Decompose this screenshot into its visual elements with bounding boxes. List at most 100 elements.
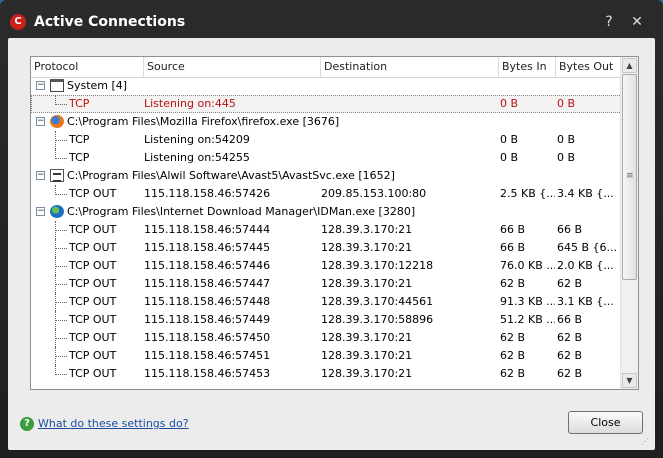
cell-source: 115.118.158.46:57448 [144, 295, 271, 308]
cell-protocol: TCP OUT [69, 367, 117, 380]
column-source[interactable]: Source [144, 57, 321, 77]
cell-protocol: TCP [69, 133, 90, 146]
cell-destination: 128.39.3.170:21 [321, 367, 413, 380]
cell-bytes-out: 62 B [557, 367, 583, 380]
cell-destination: 209.85.153.100:80 [321, 187, 427, 200]
scroll-up-button[interactable]: ▲ [622, 58, 637, 73]
firefox-icon [50, 115, 64, 128]
cell-bytes-out: 62 B [557, 277, 583, 290]
connection-row[interactable]: TCP OUT 115.118.158.46:57448 128.39.3.170:… [31, 293, 622, 311]
cell-bytes-out: 3.4 KB {... [557, 187, 614, 200]
tree-connector [55, 140, 67, 141]
cell-source: 115.118.158.46:57444 [144, 223, 271, 236]
column-header: Protocol Source Destination Bytes In Byt… [31, 57, 622, 78]
connection-row[interactable]: TCP OUT 115.118.158.46:57453 128.39.3.170:… [31, 365, 622, 383]
cell-protocol: TCP OUT [69, 187, 117, 200]
scroll-thumb[interactable]: ≡ [622, 74, 637, 280]
resize-grip-icon[interactable]: ⋰ [641, 437, 651, 447]
cell-source: 115.118.158.46:57445 [144, 241, 271, 254]
cell-source: Listening on:445 [144, 97, 236, 110]
cell-bytes-out: 62 B [557, 349, 583, 362]
group-row[interactable]: − C:\Program Files\Internet Download Mana… [31, 203, 622, 221]
cell-destination: 128.39.3.170:21 [321, 331, 413, 344]
cell-bytes-out: 3.1 KB {... [557, 295, 614, 308]
cell-destination: 128.39.3.170:44561 [321, 295, 434, 308]
cell-source: 115.118.158.46:57449 [144, 313, 271, 326]
cell-bytes-in: 91.3 KB ... [500, 295, 555, 308]
column-bytes-out[interactable]: Bytes Out [556, 57, 622, 77]
group-row[interactable]: − C:\Program Files\Alwil Software\Avast5\… [31, 167, 622, 185]
window-icon [50, 79, 64, 92]
tree-connector [55, 338, 67, 339]
tree-connector [55, 230, 67, 231]
connection-row[interactable]: TCP OUT 115.118.158.46:57449 128.39.3.170:… [31, 311, 622, 329]
help-link[interactable]: What do these settings do? [38, 416, 189, 432]
connections-list[interactable]: Protocol Source Destination Bytes In Byt… [30, 56, 639, 390]
column-protocol[interactable]: Protocol [31, 57, 144, 77]
group-name: C:\Program Files\Alwil Software\Avast5\A… [67, 169, 395, 182]
cell-bytes-in: 62 B [500, 331, 526, 344]
help-icon[interactable]: ? [598, 11, 620, 33]
cell-bytes-out: 2.0 KB {... [557, 259, 614, 272]
group-name: C:\Program Files\Mozilla Firefox\firefox… [67, 115, 340, 128]
connection-row[interactable]: TCP OUT 115.118.158.46:57447 128.39.3.170:… [31, 275, 622, 293]
cell-source: 115.118.158.46:57450 [144, 331, 271, 344]
cell-bytes-in: 62 B [500, 367, 526, 380]
cell-bytes-out: 0 B [557, 133, 576, 146]
idm-icon [50, 205, 64, 218]
tree-connector [55, 302, 67, 303]
close-button[interactable]: Close [568, 411, 643, 434]
cell-protocol: TCP [69, 97, 90, 110]
cell-source: 115.118.158.46:57426 [144, 187, 271, 200]
tree-connector [55, 284, 67, 285]
tree-connector [55, 104, 67, 105]
column-bytes-in[interactable]: Bytes In [499, 57, 556, 77]
scroll-down-button[interactable]: ▼ [622, 373, 637, 388]
connection-row[interactable]: TCP Listening on:54209 0 B 0 B [31, 131, 622, 149]
cell-bytes-in: 66 B [500, 223, 526, 236]
cell-bytes-in: 0 B [500, 151, 519, 164]
close-icon[interactable]: ✕ [626, 11, 648, 33]
tree-connector [55, 266, 67, 267]
tree-connector [55, 374, 67, 375]
cell-bytes-out: 62 B [557, 331, 583, 344]
cell-destination: 128.39.3.170:12218 [321, 259, 434, 272]
connection-row[interactable]: TCP Listening on:54255 0 B 0 B [31, 149, 622, 167]
cell-bytes-out: 645 B {6... [557, 241, 618, 254]
cell-bytes-out: 0 B [557, 151, 576, 164]
group-row[interactable]: − System [4] [31, 77, 622, 95]
cell-bytes-in: 0 B [500, 97, 519, 110]
connection-row[interactable]: TCP OUT 115.118.158.46:57445 128.39.3.170:… [31, 239, 622, 257]
cell-protocol: TCP OUT [69, 277, 117, 290]
collapse-toggle-icon[interactable]: − [36, 117, 45, 126]
title-bar[interactable]: C Active Connections ? ✕ [0, 0, 663, 38]
vertical-scrollbar[interactable]: ▲ ≡ ▼ [620, 57, 638, 389]
connection-row[interactable]: TCP Listening on:445 0 B 0 B [31, 95, 622, 113]
cell-bytes-in: 0 B [500, 133, 519, 146]
cell-source: Listening on:54209 [144, 133, 250, 146]
connection-row[interactable]: TCP OUT 115.118.158.46:57426 209.85.153.10… [31, 185, 622, 203]
window-title: Active Connections [34, 14, 186, 30]
cell-bytes-in: 66 B [500, 241, 526, 254]
group-name: System [4] [67, 79, 128, 92]
cell-protocol: TCP OUT [69, 349, 117, 362]
tree-connector [55, 248, 67, 249]
connection-row[interactable]: TCP OUT 115.118.158.46:57450 128.39.3.170:… [31, 329, 622, 347]
cell-protocol: TCP OUT [69, 295, 117, 308]
connection-row[interactable]: TCP OUT 115.118.158.46:57446 128.39.3.170:… [31, 257, 622, 275]
cell-bytes-in: 62 B [500, 349, 526, 362]
collapse-toggle-icon[interactable]: − [36, 171, 45, 180]
tree-connector [55, 194, 67, 195]
connection-row[interactable]: TCP OUT 115.118.158.46:57451 128.39.3.170:… [31, 347, 622, 365]
cell-destination: 128.39.3.170:21 [321, 277, 413, 290]
column-destination[interactable]: Destination [321, 57, 499, 77]
group-row[interactable]: − C:\Program Files\Mozilla Firefox\firefo… [31, 113, 622, 131]
collapse-toggle-icon[interactable]: − [36, 81, 45, 90]
comodo-c-icon: C [10, 14, 26, 30]
tree-connector [55, 320, 67, 321]
cell-protocol: TCP OUT [69, 223, 117, 236]
connection-row[interactable]: TCP OUT 115.118.158.46:57444 128.39.3.170:… [31, 221, 622, 239]
cell-bytes-in: 76.0 KB ... [500, 259, 555, 272]
tree-connector [55, 158, 67, 159]
collapse-toggle-icon[interactable]: − [36, 207, 45, 216]
